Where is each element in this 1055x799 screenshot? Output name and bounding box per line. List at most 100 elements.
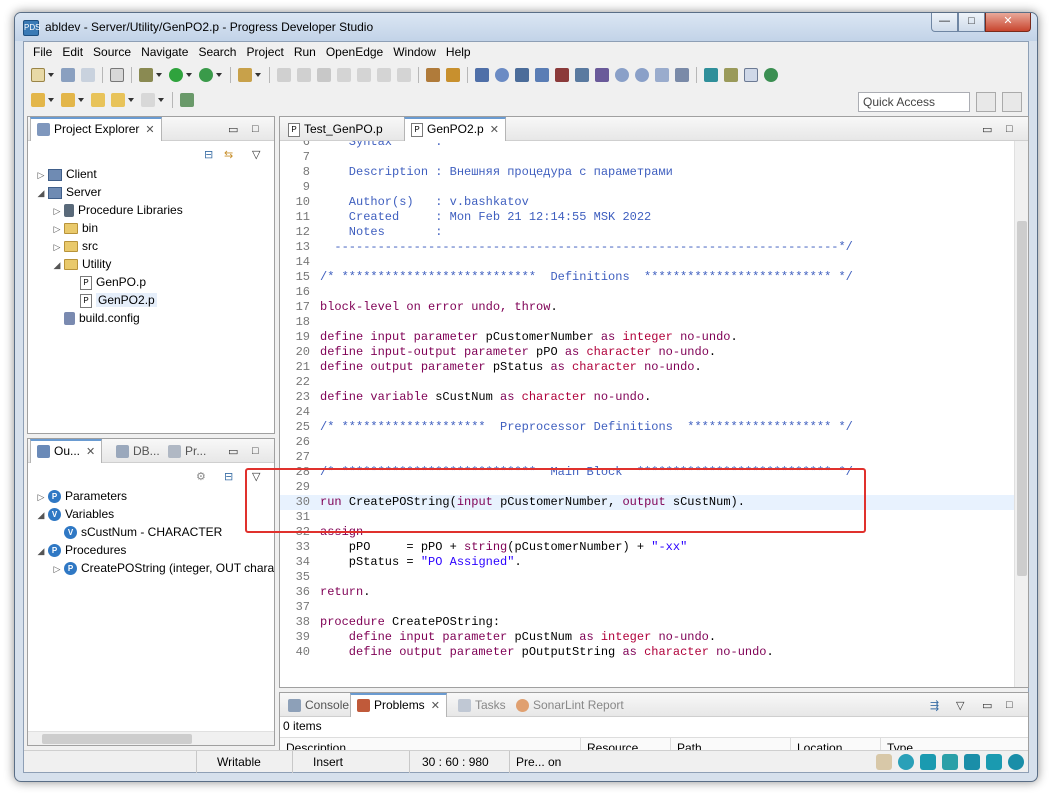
code-line-24[interactable]: 24 [280, 405, 1014, 420]
menu-project[interactable]: Project [241, 42, 288, 62]
collapse-all-icon[interactable]: ⊟ [224, 470, 233, 483]
menu-search[interactable]: Search [193, 42, 241, 62]
menu-file[interactable]: File [28, 42, 57, 62]
close-icon[interactable]: ✕ [145, 120, 154, 140]
print-icon[interactable] [110, 68, 124, 82]
proxygen-icon[interactable] [675, 68, 689, 82]
maximize-view-icon[interactable]: □ [252, 123, 259, 135]
magnify-icon[interactable] [635, 68, 649, 82]
tree-item-build-config[interactable]: build.config [28, 309, 274, 327]
quick-access-input[interactable]: Quick Access [858, 92, 970, 112]
tree-item-procedure-libraries[interactable]: ▷ Procedure Libraries [28, 201, 274, 219]
close-icon[interactable]: ✕ [86, 442, 95, 462]
code-line-17[interactable]: 17 block-level on error undo, throw. [280, 300, 1014, 315]
code-line-6[interactable]: 6 Syntax : [280, 141, 1014, 150]
hand-icon[interactable] [876, 754, 892, 770]
code-line-27[interactable]: 27 [280, 450, 1014, 465]
pen-icon[interactable] [724, 68, 738, 82]
menu-edit[interactable]: Edit [57, 42, 88, 62]
maximize-view-icon[interactable]: □ [1006, 123, 1013, 135]
tab-console[interactable]: Console [282, 693, 355, 717]
resume-icon[interactable] [277, 68, 291, 82]
code-line-35[interactable]: 35 [280, 570, 1014, 585]
menu-source[interactable]: Source [88, 42, 136, 62]
close-button[interactable]: ✕ [985, 13, 1031, 32]
proc-editor-icon[interactable] [575, 68, 589, 82]
tab-outline[interactable]: Ou... ✕ [30, 439, 103, 463]
view-menu-icon[interactable]: ▽ [252, 470, 260, 483]
tree-item-server[interactable]: ◢ Server [28, 183, 274, 201]
code-line-8[interactable]: 8 Description : Внешняя процедура с пара… [280, 165, 1014, 180]
minimize-view-icon[interactable]: ▭ [228, 123, 238, 136]
debug-icon[interactable] [139, 68, 153, 82]
code-line-36[interactable]: 36 return. [280, 585, 1014, 600]
tree-item-genpo2[interactable]: P GenPO2.p [28, 291, 274, 309]
view-menu-icon[interactable]: ▽ [252, 148, 260, 161]
link-with-editor-icon[interactable]: ⇆ [224, 148, 233, 161]
edit-icon[interactable] [942, 754, 958, 770]
run-external-icon[interactable] [199, 68, 213, 82]
code-line-20[interactable]: 20 define input-output parameter pPO as c… [280, 345, 1014, 360]
check-syntax-icon[interactable] [446, 68, 460, 82]
open-perspective-icon[interactable] [180, 93, 194, 107]
eye-icon[interactable] [898, 754, 914, 770]
maximize-button[interactable]: □ [958, 13, 985, 32]
next-annotation-icon[interactable] [31, 93, 45, 107]
code-line-13[interactable]: 13 -------------------------------------… [280, 240, 1014, 255]
save-all-icon[interactable] [81, 68, 95, 82]
suspend-icon[interactable] [297, 68, 311, 82]
menu-navigate[interactable]: Navigate [136, 42, 193, 62]
minimize-button[interactable]: — [931, 13, 958, 32]
star-icon[interactable] [920, 754, 936, 770]
forward-icon[interactable] [141, 93, 155, 107]
run-icon[interactable] [169, 68, 183, 82]
menu-window[interactable]: Window [388, 42, 441, 62]
tree-item-src[interactable]: ▷ src [28, 237, 274, 255]
previous-annotation-icon[interactable] [61, 93, 75, 107]
presentation-icon[interactable] [964, 754, 980, 770]
code-line-25[interactable]: 25 /* ******************** Preprocessor D… [280, 420, 1014, 435]
outline-item-variables[interactable]: ◢ V Variables [28, 505, 274, 523]
code-line-30[interactable]: 30 run CreatePOString(input pCustomerNumb… [280, 495, 1014, 510]
outline-item-procedures[interactable]: ◢ P Procedures [28, 541, 274, 559]
tab-test-genpo[interactable]: P Test_GenPO.p [282, 117, 389, 141]
code-editor[interactable]: 6 Syntax :78 Description : Внешняя проце… [280, 141, 1028, 687]
close-icon[interactable]: ✕ [431, 696, 440, 716]
outline-item-parameters[interactable]: ▷ P Parameters [28, 487, 274, 505]
report-builder-icon[interactable] [555, 68, 569, 82]
appbuilder-icon[interactable] [475, 68, 489, 82]
globe-icon[interactable] [764, 68, 778, 82]
code-line-19[interactable]: 19 define input parameter pCustomerNumber… [280, 330, 1014, 345]
terminate-icon[interactable] [317, 68, 331, 82]
new-icon[interactable] [31, 68, 45, 82]
disconnect-icon[interactable] [337, 68, 351, 82]
tree-item-genpo[interactable]: P GenPO.p [28, 273, 274, 291]
perspective-open-icon[interactable] [976, 92, 996, 112]
tree-item-bin[interactable]: ▷ bin [28, 219, 274, 237]
menu-help[interactable]: Help [441, 42, 476, 62]
code-line-31[interactable]: 31 [280, 510, 1014, 525]
zoom-icon[interactable] [615, 68, 629, 82]
close-icon[interactable]: ✕ [490, 120, 499, 140]
outline-item-createpostring[interactable]: ▷ P CreatePOString (integer, OUT characte [28, 559, 274, 577]
back-icon[interactable] [111, 93, 125, 107]
step-return-icon[interactable] [397, 68, 411, 82]
step-over-icon[interactable] [377, 68, 391, 82]
outline-horizontal-scrollbar[interactable] [28, 731, 274, 745]
maximize-view-icon[interactable]: □ [1006, 699, 1013, 711]
code-line-32[interactable]: 32 assign [280, 525, 1014, 540]
code-line-16[interactable]: 16 [280, 285, 1014, 300]
code-line-10[interactable]: 10 Author(s) : v.bashkatov [280, 195, 1014, 210]
code-line-39[interactable]: 39 define input parameter pCustNum as in… [280, 630, 1014, 645]
sql-explorer-icon[interactable] [595, 68, 609, 82]
outline-item-scustnum[interactable]: VsCustNum - CHARACTER [28, 523, 274, 541]
database-icon[interactable] [704, 68, 718, 82]
code-line-38[interactable]: 38 procedure CreatePOString: [280, 615, 1014, 630]
data-dictionary-icon[interactable] [535, 68, 549, 82]
code-line-18[interactable]: 18 [280, 315, 1014, 330]
db-navigator-icon[interactable] [515, 68, 529, 82]
code-line-9[interactable]: 9 [280, 180, 1014, 195]
code-line-28[interactable]: 28 /* *************************** Main Bl… [280, 465, 1014, 480]
tab-tasks[interactable]: Tasks [452, 693, 512, 717]
tab-properties[interactable]: Pr... [162, 439, 212, 463]
